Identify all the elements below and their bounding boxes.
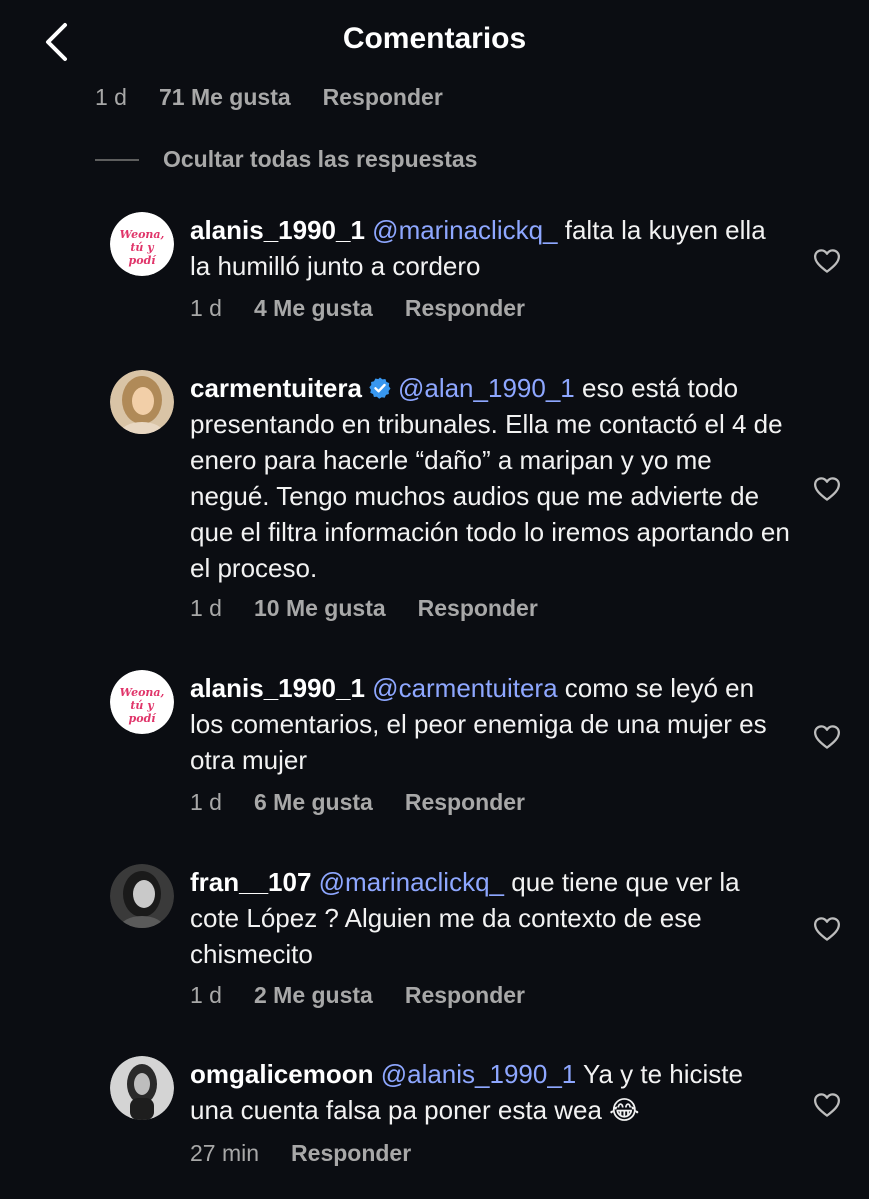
comment-time: 1 d	[190, 295, 222, 321]
comment-meta: 1 d 6 Me gusta Responder	[190, 789, 557, 816]
mention-link[interactable]: @carmentuitera	[372, 673, 557, 703]
comment-item: carmentuitera @alan_1990_1 eso está todo…	[110, 370, 850, 630]
divider	[95, 158, 139, 161]
comment-time: 1 d	[190, 982, 222, 1008]
comment-meta: 1 d 4 Me gusta Responder	[190, 295, 557, 322]
hide-replies-row[interactable]: Ocultar todas las respuestas	[95, 146, 477, 173]
heart-icon[interactable]	[812, 1090, 842, 1120]
comment-meta: 1 d 10 Me gusta Responder	[190, 595, 570, 622]
mention-link[interactable]: @marinaclickq_	[372, 215, 557, 245]
mention-link[interactable]: @alan_1990_1	[398, 373, 575, 403]
avatar[interactable]	[110, 1056, 174, 1120]
reply-button[interactable]: Responder	[291, 1140, 411, 1167]
reply-button[interactable]: Responder	[405, 982, 525, 1009]
comment-time: 1 d	[95, 84, 127, 110]
svg-text:Weona,: Weona,	[120, 686, 165, 699]
like-count[interactable]: 4 Me gusta	[254, 295, 373, 322]
svg-text:tú y: tú y	[130, 241, 155, 254]
username[interactable]: omgalicemoon	[190, 1059, 373, 1089]
page-title: Comentarios	[342, 22, 527, 55]
verified-badge-icon	[369, 377, 391, 399]
avatar[interactable]	[110, 864, 174, 928]
avatar[interactable]	[110, 370, 174, 434]
username[interactable]: carmentuitera	[190, 373, 362, 403]
comment-body: carmentuitera @alan_1990_1 eso está todo…	[190, 370, 790, 586]
avatar[interactable]: Weona, tú y podí	[110, 212, 174, 276]
svg-text:podí: podí	[129, 254, 158, 267]
comment-item: fran__107 @marinaclickq_ que tiene que v…	[110, 864, 850, 984]
comment-time: 1 d	[190, 789, 222, 815]
svg-text:tú y: tú y	[130, 699, 155, 712]
avatar[interactable]: Weona, tú y podí	[110, 670, 174, 734]
svg-text:podí: podí	[129, 712, 158, 725]
reply-button[interactable]: Responder	[405, 789, 525, 816]
comment-body: alanis_1990_1 @carmentuitera como se ley…	[190, 670, 790, 778]
reply-button[interactable]: Responder	[323, 84, 443, 111]
like-count[interactable]: 6 Me gusta	[254, 789, 373, 816]
heart-icon[interactable]	[812, 474, 842, 504]
comment-item: omgalicemoon @alanis_1990_1 Ya y te hici…	[110, 1056, 850, 1146]
heart-icon[interactable]	[812, 722, 842, 752]
comment-meta: 1 d 2 Me gusta Responder	[190, 982, 557, 1009]
reply-button[interactable]: Responder	[405, 295, 525, 322]
comment-time: 1 d	[190, 595, 222, 621]
like-count[interactable]: 10 Me gusta	[254, 595, 386, 622]
heart-icon[interactable]	[812, 246, 842, 276]
mention-link[interactable]: @marinaclickq_	[319, 867, 504, 897]
username[interactable]: alanis_1990_1	[190, 673, 365, 703]
svg-text:Weona,: Weona,	[120, 228, 165, 241]
parent-comment-meta: 1 d 71 Me gusta Responder	[95, 84, 475, 111]
header: Comentarios	[0, 0, 869, 84]
comment-time: 27 min	[190, 1140, 260, 1166]
comment-meta: 27 min Responder	[190, 1140, 443, 1167]
heart-icon[interactable]	[812, 914, 842, 944]
like-count[interactable]: 2 Me gusta	[254, 982, 373, 1009]
mention-link[interactable]: @alanis_1990_1	[381, 1059, 577, 1089]
comment-item: Weona, tú y podí alanis_1990_1 @carmentu…	[110, 670, 850, 790]
comment-body: omgalicemoon @alanis_1990_1 Ya y te hici…	[190, 1056, 790, 1128]
hide-replies-button[interactable]: Ocultar todas las respuestas	[163, 146, 477, 173]
comment-body: fran__107 @marinaclickq_ que tiene que v…	[190, 864, 790, 972]
like-count[interactable]: 71 Me gusta	[159, 84, 291, 111]
username[interactable]: fran__107	[190, 867, 311, 897]
comment-body: alanis_1990_1 @marinaclickq_ falta la ku…	[190, 212, 790, 284]
username[interactable]: alanis_1990_1	[190, 215, 365, 245]
comment-text: eso está todo presentando en tribunales.…	[190, 373, 790, 583]
reply-button[interactable]: Responder	[418, 595, 538, 622]
